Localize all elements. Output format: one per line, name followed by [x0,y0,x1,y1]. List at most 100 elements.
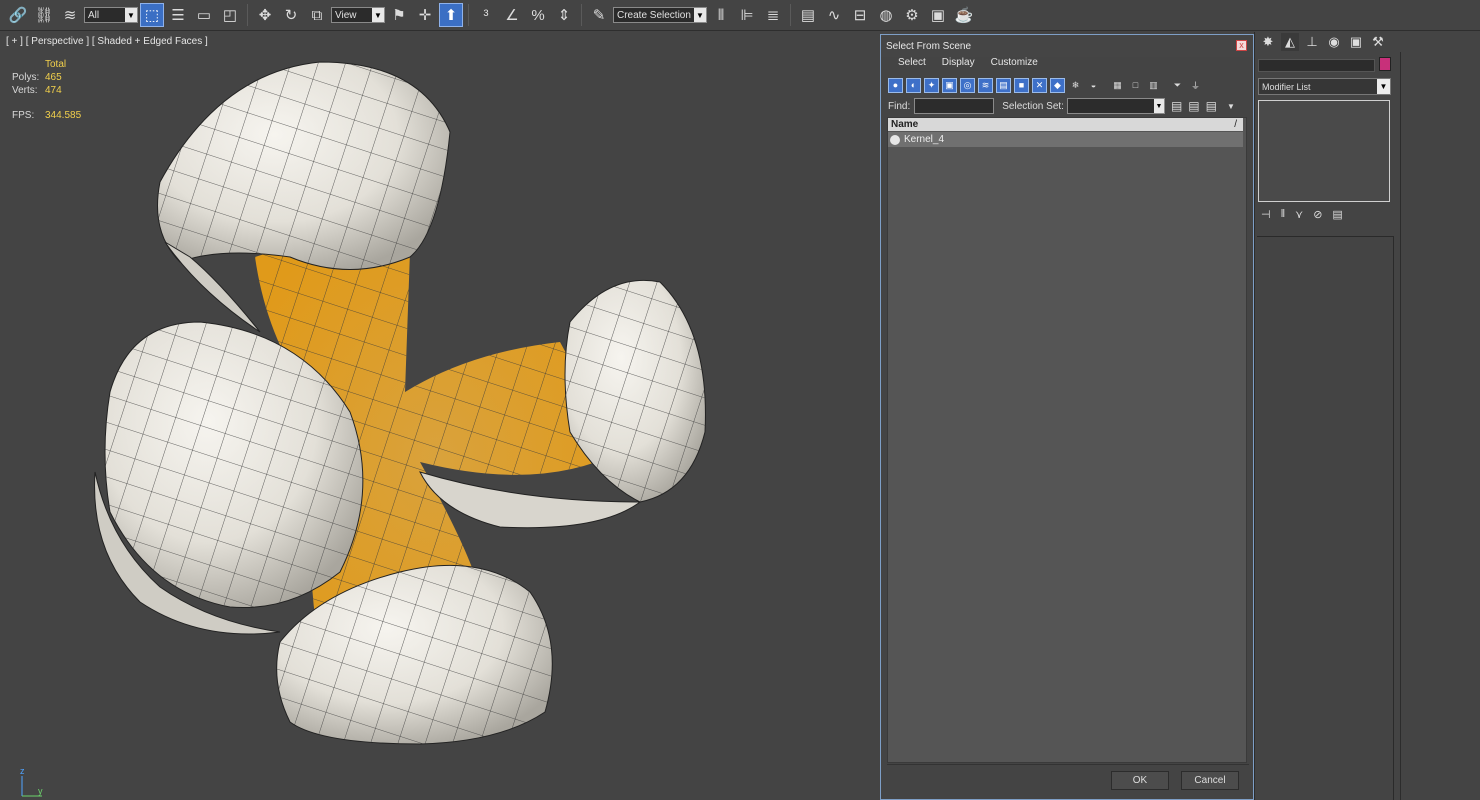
axis-z-label: z [20,766,25,776]
display-groups-icon[interactable]: ▤ [996,77,1011,93]
modifier-list-dropdown[interactable]: Modifier List ▼ [1258,78,1391,95]
keyboard-shortcut-override-icon[interactable]: ⬆ [439,3,463,27]
percent-snap-icon[interactable]: % [526,3,550,27]
link-icon[interactable]: 🔗 [6,3,30,27]
remove-modifier-icon[interactable]: ⊘ [1313,208,1322,221]
rectangular-region-icon[interactable]: ▭ [192,3,216,27]
axis-y-label: y [38,786,43,796]
unlink-icon[interactable]: ⛓ [32,3,56,27]
object-color-swatch[interactable] [1379,57,1391,71]
menu-display[interactable]: Display [942,57,975,71]
filter-icon[interactable]: ⏷ [1170,78,1185,93]
spinner-snap-icon[interactable]: ⇕ [552,3,576,27]
cancel-button[interactable]: Cancel [1181,771,1239,790]
pivot-center-icon[interactable]: ⚑ [387,3,411,27]
toolbar-divider [790,4,791,26]
command-panel-tabs: ✸ ◭ ⊥ ◉ ▣ ⚒ [1259,33,1387,51]
find-label: Find: [888,100,911,112]
selection-set-label: Selection Set: [1002,100,1064,112]
collapse-toolbar-icon[interactable]: ▼ [1227,102,1235,111]
named-selection-dropdown[interactable]: Create Selection Se ▼ [613,7,707,23]
modifier-stack[interactable] [1258,100,1390,202]
select-by-name-icon[interactable]: ☰ [166,3,190,27]
hierarchy-tab-icon[interactable]: ⊥ [1303,33,1321,51]
display-cameras-icon[interactable]: ▣ [942,77,957,93]
panel-scrollbar[interactable] [1400,52,1401,800]
list-item[interactable]: Kernel_4 [888,132,1243,147]
display-all-icon[interactable]: ▦ [1110,78,1125,93]
object-list[interactable]: Name / Kernel_4 [887,117,1247,763]
chevron-down-icon: ▼ [372,8,384,22]
geometry-object-icon [890,134,900,145]
render-teapot-icon[interactable]: ☕ [952,3,976,27]
select-object-icon[interactable]: ⬚ [140,3,164,27]
list-item-label: Kernel_4 [904,134,945,145]
display-hidden-icon[interactable]: ◒ [1086,78,1101,93]
display-none-icon[interactable]: □ [1128,78,1143,93]
filter-options-icon[interactable]: ⏚ [1188,78,1203,93]
column-header-name[interactable]: Name / [888,118,1243,131]
display-containers-icon[interactable]: ◆ [1050,77,1065,93]
selection-filter-dropdown[interactable]: All ▼ [84,7,138,23]
menu-select[interactable]: Select [898,57,926,71]
schematic-view-icon[interactable]: ⊟ [848,3,872,27]
display-shapes-icon[interactable]: ◐ [906,77,921,93]
display-space-warps-icon[interactable]: ≋ [978,77,993,93]
material-editor-icon[interactable]: ◍ [874,3,898,27]
graphite-ribbon-icon[interactable]: ▤ [796,3,820,27]
display-invert-icon[interactable]: ▥ [1146,78,1161,93]
show-end-result-icon[interactable]: ‖ [1281,208,1286,221]
reference-coord-dropdown[interactable]: View ▼ [331,7,385,23]
popcorn-kernel-model[interactable] [0,32,880,800]
modify-tab-icon[interactable]: ◭ [1281,33,1299,51]
edit-named-selection-icon[interactable]: ✎ [587,3,611,27]
object-name-field[interactable] [1258,59,1375,72]
create-selection-set-icon[interactable]: ▤ [1171,99,1182,113]
dialog-titlebar[interactable]: Select From Scene x [881,35,1253,57]
rotate-icon[interactable]: ↻ [279,3,303,27]
display-geometry-icon[interactable]: ● [888,77,903,93]
scale-icon[interactable]: ⧉ [305,3,329,27]
filter-toolbar: ● ◐ ✦ ▣ ◎ ≋ ▤ ■ ✕ ◆ ❄ ◒ ▦ □ ▥ ⏷ ⏚ [888,76,1203,94]
mirror-icon[interactable]: ⫴ [709,3,733,27]
snap-3d-icon[interactable]: ³ [474,3,498,27]
create-tab-icon[interactable]: ✸ [1259,33,1277,51]
pin-stack-icon[interactable]: ⊣ [1261,208,1271,221]
ok-button[interactable]: OK [1111,771,1169,790]
display-bones-icon[interactable]: ✕ [1032,77,1047,93]
axis-gizmo: z y [12,766,52,798]
display-tab-icon[interactable]: ▣ [1347,33,1365,51]
utilities-tab-icon[interactable]: ⚒ [1369,33,1387,51]
modifier-list-label: Modifier List [1262,81,1311,92]
stack-controls: ⊣ ‖ ⋎ ⊘ ▤ [1261,208,1343,221]
display-frozen-icon[interactable]: ❄ [1068,78,1083,93]
display-helpers-icon[interactable]: ◎ [960,77,975,93]
layer-manager-icon[interactable]: ≣ [761,3,785,27]
selection-set-dropdown[interactable]: ▼ [1066,98,1165,114]
align-icon[interactable]: ⊫ [735,3,759,27]
dialog-menubar: Select Display Customize [881,57,1253,71]
toolbar-divider [581,4,582,26]
manipulate-icon[interactable]: ✛ [413,3,437,27]
delete-selection-set-icon[interactable]: ▤ [1206,99,1217,113]
angle-snap-icon[interactable]: ∠ [500,3,524,27]
make-unique-icon[interactable]: ⋎ [1295,208,1303,221]
chevron-down-icon: ▼ [694,8,706,22]
configure-modifier-sets-icon[interactable]: ▤ [1332,208,1342,221]
perspective-viewport[interactable]: [ + ] [ Perspective ] [ Shaded + Edged F… [0,32,880,800]
curve-editor-icon[interactable]: ∿ [822,3,846,27]
reference-coord-value: View [335,9,357,21]
bind-space-warp-icon[interactable]: ≋ [58,3,82,27]
column-name-label: Name [891,119,919,130]
window-crossing-icon[interactable]: ◰ [218,3,242,27]
find-input[interactable] [914,98,995,114]
motion-tab-icon[interactable]: ◉ [1325,33,1343,51]
edit-selection-set-icon[interactable]: ▤ [1188,99,1199,113]
close-icon[interactable]: x [1236,40,1247,51]
display-xrefs-icon[interactable]: ■ [1014,77,1029,93]
display-lights-icon[interactable]: ✦ [924,77,939,93]
move-icon[interactable]: ✥ [253,3,277,27]
menu-customize[interactable]: Customize [991,57,1038,71]
rendered-frame-window-icon[interactable]: ▣ [926,3,950,27]
render-setup-icon[interactable]: ⚙ [900,3,924,27]
